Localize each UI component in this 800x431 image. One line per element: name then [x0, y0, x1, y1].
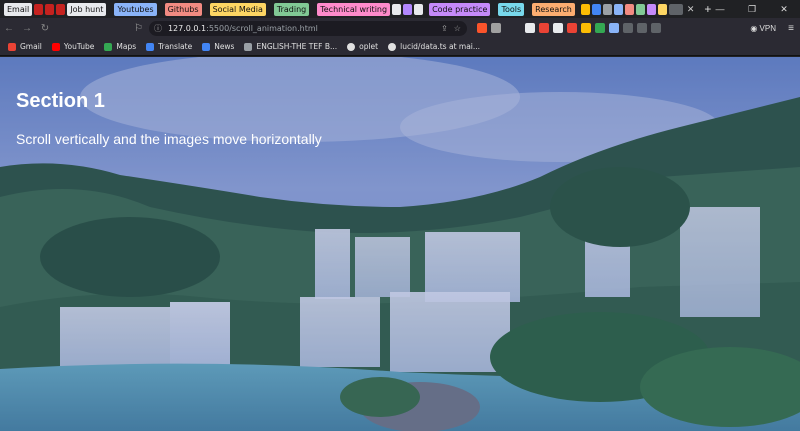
extension-icon-5[interactable]	[580, 23, 591, 33]
maximize-icon[interactable]: ❐	[736, 0, 768, 18]
bookmark-label: lucid/data.ts at mai...	[400, 42, 481, 51]
tab-favicon-4[interactable]	[613, 3, 623, 15]
bookmark-lucid[interactable]: lucid/data.ts at mai...	[388, 42, 480, 51]
reload-icon[interactable]: ↻	[36, 23, 54, 34]
site-info-icon[interactable]: ⓘ	[154, 23, 168, 34]
minimize-icon[interactable]: —	[704, 0, 736, 18]
back-icon[interactable]: ←	[0, 23, 18, 34]
bookmark-label: YouTube	[63, 42, 95, 51]
bookmark-youtube[interactable]: YouTube	[51, 42, 95, 51]
page-viewport[interactable]: Section 1 Scroll vertically and the imag…	[0, 57, 800, 431]
tab-group-technical-writing[interactable]: Technical writing	[317, 2, 391, 16]
sidebar-icon[interactable]	[636, 23, 647, 33]
bookmark-news[interactable]: News	[202, 42, 234, 51]
bookmark-label: oplet	[359, 42, 379, 51]
browser-toolbar: ← → ↻ ⚐ ⓘ 127.0.0.1:5500/scroll_animatio…	[0, 18, 800, 38]
tab-gmail-2[interactable]	[45, 3, 55, 15]
bookmark-label: News	[214, 42, 235, 51]
address-bar[interactable]: ⓘ 127.0.0.1:5500/scroll_animation.html ⇪…	[148, 20, 467, 36]
bookmark-oplet[interactable]: oplet	[347, 42, 378, 51]
close-window-icon[interactable]: ✕	[768, 0, 800, 18]
maps-icon	[104, 42, 113, 51]
bookmark-label: Translate	[158, 42, 193, 51]
tab-group-email[interactable]: Email	[4, 2, 33, 16]
tab-docs-1[interactable]	[392, 3, 402, 15]
tab-group-youtubes[interactable]: Youtubes	[114, 2, 157, 16]
brave-shield-icon[interactable]	[476, 23, 487, 33]
brave-rewards-icon[interactable]	[490, 23, 501, 33]
extension-icon-6[interactable]	[594, 23, 605, 33]
tab-group-githubs[interactable]: Githubs	[164, 2, 202, 16]
tab-favicon-3[interactable]	[602, 3, 612, 15]
url-host: 127.0.0.1	[167, 23, 207, 33]
section-title: Section 1	[16, 90, 105, 112]
news-icon	[202, 42, 211, 51]
window-controls: — ❐ ✕	[704, 0, 800, 18]
tab-favicon-2[interactable]	[591, 3, 601, 15]
tab-group-tools[interactable]: Tools	[498, 2, 525, 16]
tab-strip: Email Job hunt Youtubes Githubs Social M…	[0, 0, 800, 18]
tab-gmail-1[interactable]	[34, 3, 44, 15]
tab-group-job-hunt[interactable]: Job hunt	[67, 2, 107, 16]
bookmark-translate[interactable]: Translate	[146, 42, 192, 51]
gmail-icon	[8, 42, 16, 51]
extension-icon-7[interactable]	[608, 23, 619, 33]
extension-icon-4[interactable]	[566, 23, 577, 33]
bookmark-star-icon[interactable]: ☆	[454, 24, 461, 33]
github-icon	[347, 42, 356, 51]
tab-group-research[interactable]: Research	[532, 2, 575, 16]
vpn-label: VPN	[759, 23, 776, 33]
extension-icon-3[interactable]	[552, 23, 563, 33]
bookmark-label: ENGLISH-THE TEF B...	[256, 42, 338, 51]
tab-gmail-3[interactable]	[56, 3, 66, 15]
wallet-icon[interactable]	[650, 23, 661, 33]
tab-favicon-5[interactable]	[624, 3, 634, 15]
tab-active[interactable]	[668, 3, 683, 15]
tab-favicon-1[interactable]	[580, 3, 590, 15]
tab-favicon-8[interactable]	[657, 3, 667, 15]
close-tab-icon[interactable]: ✕	[687, 4, 695, 15]
bookmark-gmail[interactable]: Gmail	[8, 42, 42, 51]
forward-icon[interactable]: →	[18, 23, 36, 34]
tab-docs-2[interactable]	[403, 3, 413, 15]
blue-tint-overlay	[0, 57, 800, 431]
tab-favicon-6[interactable]	[635, 3, 645, 15]
tab-favicon-7[interactable]	[646, 3, 656, 15]
bookmark-english-tef[interactable]: ENGLISH-THE TEF B...	[244, 42, 337, 51]
tab-docs-3[interactable]	[414, 3, 424, 15]
translate-icon	[146, 42, 155, 51]
menu-icon[interactable]: ≡	[782, 23, 800, 34]
extensions-puzzle-icon[interactable]	[622, 23, 633, 33]
extension-icon-2[interactable]	[538, 23, 549, 33]
bookmark-label: Maps	[116, 42, 137, 51]
share-icon[interactable]: ⇪	[441, 24, 448, 33]
bookmark-label: Gmail	[20, 42, 42, 51]
tab-group-trading[interactable]: Trading	[273, 2, 310, 16]
tab-group-social-media[interactable]: Social Media	[209, 2, 266, 16]
youtube-icon	[51, 42, 60, 51]
bookmark-maps[interactable]: Maps	[104, 42, 136, 51]
doc-icon	[244, 42, 253, 51]
vpn-button[interactable]: ◉ VPN	[750, 24, 782, 33]
bookmarks-bar: Gmail YouTube Maps Translate News ENGLIS…	[0, 38, 800, 56]
bookmark-icon[interactable]: ⚐	[134, 23, 143, 34]
github-icon	[388, 42, 397, 51]
url-path: :5500/scroll_animation.html	[206, 23, 318, 33]
tab-group-code-practice[interactable]: Code practice	[429, 2, 491, 16]
extensions-area	[476, 23, 661, 33]
extension-icon-1[interactable]	[524, 23, 535, 33]
section-description: Scroll vertically and the images move ho…	[16, 131, 322, 147]
